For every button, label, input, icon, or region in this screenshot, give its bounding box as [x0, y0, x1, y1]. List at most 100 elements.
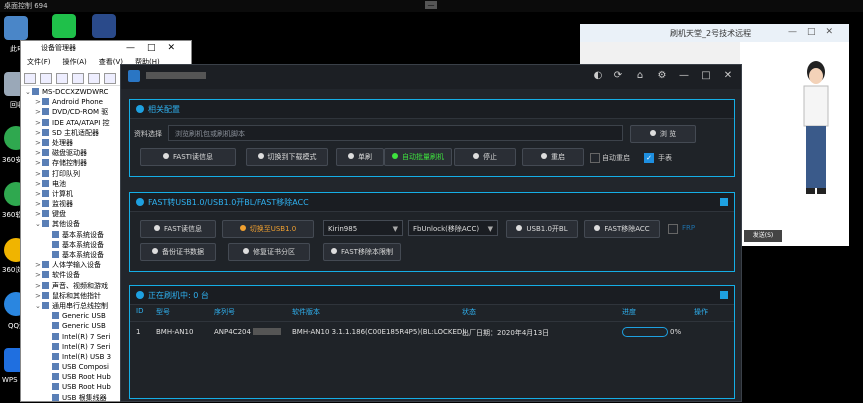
expand-icon[interactable]: > — [35, 118, 42, 128]
device-manager-title: 设备管理器 — [41, 44, 76, 52]
close-icon[interactable]: ✕ — [721, 69, 735, 83]
cell-serial: ANP4C204 — [214, 328, 281, 336]
device-icon — [52, 373, 59, 381]
method-select[interactable]: FbUnlock(移除ACC) ▼ — [408, 220, 498, 236]
grid-icon[interactable] — [720, 291, 728, 299]
expand-icon[interactable]: > — [35, 260, 42, 270]
expand-icon[interactable]: > — [35, 148, 42, 158]
settings-icon[interactable]: ⚙ — [655, 69, 669, 83]
skin-icon[interactable]: ◐ — [591, 69, 605, 83]
device-tree-label: 基本系统设备 — [62, 240, 104, 249]
expand-icon[interactable]: > — [35, 199, 42, 209]
maximize-icon[interactable]: □ — [699, 69, 713, 83]
button-label: FASTI读信息 — [173, 153, 213, 161]
single-flash-button[interactable]: 单刷 — [336, 148, 384, 166]
button-label: 切换到下载模式 — [267, 153, 317, 161]
expand-icon[interactable]: > — [35, 107, 42, 117]
expand-icon[interactable]: > — [35, 291, 42, 301]
window-controls[interactable]: —□✕ — [126, 41, 187, 56]
frp-checkbox[interactable] — [668, 224, 678, 234]
expand-icon[interactable]: ⌄ — [35, 301, 42, 311]
cell-progress-text: 0% — [670, 328, 682, 336]
backup-cert-button[interactable]: 备份证书数据 — [140, 243, 216, 261]
device-icon — [52, 352, 59, 360]
fast-read-info-2-button[interactable]: FAST读信息 — [140, 220, 216, 238]
scan-icon[interactable] — [88, 73, 100, 84]
expand-icon[interactable]: > — [35, 179, 42, 189]
minimize-icon[interactable]: — — [677, 69, 691, 83]
app-title-blurred — [146, 71, 206, 80]
expand-icon[interactable]: ⌄ — [35, 219, 42, 229]
chat-title: 刷机天堂_2号技术远程 — [670, 29, 752, 38]
expand-icon[interactable]: > — [35, 97, 42, 107]
forward-icon[interactable] — [40, 73, 52, 84]
expand-icon[interactable]: > — [35, 281, 42, 291]
expand-icon[interactable]: > — [35, 189, 42, 199]
switch-usb10-button[interactable]: 切换至USB1.0 — [222, 220, 314, 238]
expand-icon[interactable]: > — [35, 138, 42, 148]
menu-file[interactable]: 文件(F) — [27, 58, 51, 66]
grid-icon[interactable] — [720, 198, 728, 206]
expand-icon[interactable]: > — [35, 169, 42, 179]
monitor-icon[interactable] — [104, 73, 116, 84]
chat-titlebar: 刷机天堂_2号技术远程 —□✕ — [580, 24, 849, 42]
chip-select[interactable]: Kirin985 ▼ — [323, 220, 403, 236]
switch-download-mode-button[interactable]: 切换到下载模式 — [246, 148, 328, 166]
file-path-input[interactable]: 浏览刷机包或刷机脚本 — [168, 125, 623, 141]
method-select-value: FbUnlock(移除ACC) — [413, 225, 480, 233]
device-tree-label: 键盘 — [52, 210, 66, 219]
chat-window-controls[interactable]: —□✕ — [788, 27, 843, 37]
help-icon[interactable] — [72, 73, 84, 84]
send-button[interactable]: 发送(S) — [744, 230, 782, 242]
flashing-section-header: 正在刷机中: 0 台 — [130, 286, 734, 305]
device-icon — [52, 312, 59, 320]
network-app-icon[interactable] — [92, 14, 116, 38]
manual-label: 手表 — [658, 154, 672, 162]
menu-action[interactable]: 操作(A) — [63, 58, 87, 66]
device-tree-label: 声音、视频和游戏 — [52, 281, 108, 290]
back-icon[interactable] — [24, 73, 36, 84]
usb10-unlock-bl-button[interactable]: USB1.0开BL — [506, 220, 578, 238]
expand-icon[interactable]: ⌄ — [25, 87, 32, 97]
chevron-down-icon: ▼ — [487, 225, 493, 233]
home-icon[interactable]: ⌂ — [633, 69, 647, 83]
remote-minimize-button[interactable]: — — [425, 1, 437, 9]
refresh-icon[interactable]: ⟳ — [611, 69, 625, 83]
auto-reboot-checkbox[interactable] — [590, 153, 600, 163]
expand-icon[interactable]: > — [35, 158, 42, 168]
expand-icon[interactable]: > — [35, 209, 42, 219]
fast-remove-acc-button[interactable]: FAST移除ACC — [584, 220, 660, 238]
tool-titlebar: ◐ ⟳ ⌂ ⚙ — □ ✕ — [121, 65, 741, 89]
cell-model: BMH-AN10 — [156, 328, 194, 336]
fast-read-info-button[interactable]: FASTI读信息 — [140, 148, 236, 166]
device-icon — [52, 342, 59, 350]
button-label: USB1.0开BL — [526, 225, 568, 233]
device-icon — [52, 322, 59, 330]
device-tree-label: 基本系统设备 — [62, 251, 104, 259]
button-label: 备份证书数据 — [162, 248, 204, 256]
properties-icon[interactable] — [56, 73, 68, 84]
device-tree-label: 电池 — [52, 179, 66, 188]
browse-button[interactable]: 浏 览 — [630, 125, 696, 143]
auto-batch-flash-button[interactable]: 自动批量刷机 — [384, 148, 452, 166]
expand-icon[interactable]: > — [35, 270, 42, 280]
this-pc-icon[interactable] — [4, 16, 28, 40]
manual-checkbox[interactable]: ✓ — [644, 153, 654, 163]
device-tree-label: 人体学输入设备 — [52, 261, 101, 270]
device-tree-label: Generic USB — [62, 312, 106, 321]
fast-usb-section: FAST转USB1.0/USB1.0开BL/FAST移除ACC FAST读信息 … — [129, 192, 735, 272]
device-tree-label: Android Phone — [52, 98, 103, 107]
button-label: FAST读信息 — [164, 225, 202, 233]
device-icon — [42, 128, 49, 136]
button-label: FAST移除ACC — [604, 225, 650, 233]
fast-remove-limit-button[interactable]: FAST移除本限制 — [323, 243, 401, 261]
stop-button[interactable]: 停止 — [454, 148, 516, 166]
reboot-button[interactable]: 重启 — [522, 148, 584, 166]
device-icon — [52, 230, 59, 238]
device-icon — [42, 210, 49, 218]
device-tree-label: 磁盘驱动器 — [52, 149, 87, 158]
table-row[interactable]: 1 BMH-AN10 ANP4C204 BMH-AN10 3.1.1.186(C… — [130, 322, 734, 342]
wifi-app-icon[interactable] — [52, 14, 76, 38]
repair-cert-button[interactable]: 修复证书分区 — [228, 243, 310, 261]
expand-icon[interactable]: > — [35, 128, 42, 138]
